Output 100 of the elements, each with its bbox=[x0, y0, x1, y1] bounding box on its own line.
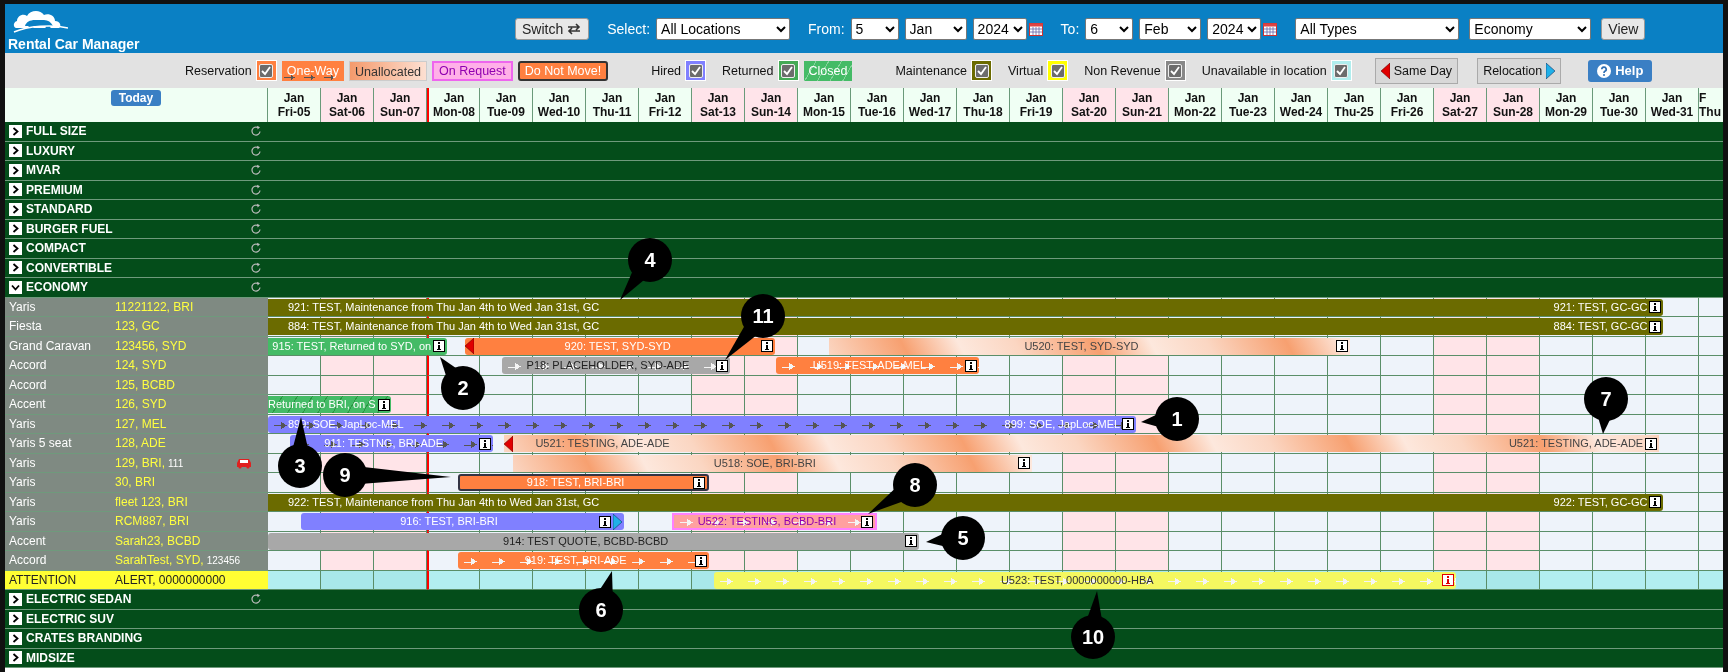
category-header[interactable]: MVAR bbox=[5, 161, 268, 181]
booking-label: 920: TEST, SYD-SYD bbox=[563, 338, 672, 354]
filter-checkbox[interactable] bbox=[1047, 60, 1069, 81]
year-select[interactable]: 2024 bbox=[972, 17, 1027, 40]
category-header[interactable]: LUXURY bbox=[5, 141, 268, 161]
month-select[interactable]: Feb bbox=[1139, 17, 1202, 40]
month-label: F bbox=[1699, 91, 1707, 105]
fleet-id: 123456, SYD bbox=[115, 338, 187, 353]
info-icon[interactable] bbox=[1122, 418, 1135, 430]
day-label: Sun-07 bbox=[380, 105, 420, 119]
day-select[interactable]: 6 bbox=[1085, 17, 1134, 40]
chevron-right-icon[interactable] bbox=[9, 124, 22, 138]
year-select[interactable]: 2024 bbox=[1207, 17, 1262, 40]
category-header[interactable]: ELECTRIC SEDAN bbox=[5, 590, 268, 610]
refresh-icon[interactable] bbox=[250, 281, 262, 294]
class-select[interactable]: Economy bbox=[1469, 17, 1592, 40]
category-name: LUXURY bbox=[26, 143, 76, 158]
refresh-icon[interactable] bbox=[250, 593, 262, 606]
category-header[interactable]: STANDARD bbox=[5, 200, 268, 220]
filter-checkbox[interactable] bbox=[685, 60, 707, 81]
day-label: Fri-12 bbox=[648, 105, 682, 119]
today-button[interactable]: Today bbox=[110, 90, 162, 106]
chevron-right-icon[interactable] bbox=[9, 651, 22, 665]
category-header[interactable]: PREMIUM bbox=[5, 180, 268, 200]
category-header[interactable]: CRATES BRANDING bbox=[5, 629, 268, 649]
relocation-button[interactable]: Relocation bbox=[1477, 57, 1562, 84]
category-header[interactable]: FULL SIZE bbox=[5, 122, 268, 142]
chevron-right-icon[interactable] bbox=[9, 202, 22, 216]
chevron-right-icon[interactable] bbox=[9, 631, 22, 645]
info-icon[interactable] bbox=[761, 340, 774, 352]
fleet-id: ALERT, 0000000000 bbox=[115, 572, 226, 587]
help-button[interactable]: Help bbox=[1588, 59, 1653, 82]
month-label: Jan bbox=[336, 91, 358, 105]
day-select[interactable]: 5 bbox=[850, 17, 899, 40]
filter-checkbox[interactable] bbox=[1164, 60, 1186, 81]
refresh-icon[interactable] bbox=[250, 144, 262, 157]
fleet-id: 124, SYD bbox=[115, 358, 167, 373]
day-label: Tue-09 bbox=[487, 105, 525, 119]
category-name: CRATES BRANDING bbox=[26, 631, 144, 646]
checkmark-icon bbox=[782, 64, 794, 77]
info-icon[interactable] bbox=[377, 398, 390, 411]
chevron-down-icon[interactable] bbox=[9, 280, 22, 294]
vehicle-model: Accord bbox=[9, 358, 48, 373]
info-icon[interactable] bbox=[715, 359, 728, 372]
refresh-icon[interactable] bbox=[250, 203, 262, 216]
refresh-icon[interactable] bbox=[250, 125, 262, 138]
category-header[interactable]: ELECTRIC SUV bbox=[5, 609, 268, 629]
refresh-icon[interactable] bbox=[250, 242, 262, 255]
vehicle-model: Yaris bbox=[9, 299, 37, 314]
chevron-right-icon[interactable] bbox=[9, 222, 22, 236]
info-icon[interactable] bbox=[1645, 437, 1658, 450]
info-icon[interactable] bbox=[693, 476, 706, 489]
chevron-right-icon[interactable] bbox=[9, 163, 22, 177]
location-select[interactable]: All Locations bbox=[656, 17, 791, 40]
refresh-icon[interactable] bbox=[250, 164, 262, 177]
info-icon[interactable] bbox=[479, 437, 492, 450]
calendar-icon[interactable] bbox=[1263, 21, 1278, 36]
right-triangle-icon bbox=[1546, 62, 1556, 79]
calendar-icon[interactable] bbox=[1028, 21, 1043, 36]
filter-checkbox[interactable] bbox=[1330, 60, 1352, 81]
category-name: ECONOMY bbox=[26, 280, 89, 295]
category-name: FULL SIZE bbox=[26, 124, 88, 139]
info-icon[interactable] bbox=[1649, 301, 1662, 313]
category-header[interactable]: ECONOMY bbox=[5, 278, 268, 298]
fleet-id: 128, ADE bbox=[115, 436, 166, 451]
day-label: Tue-16 bbox=[858, 105, 896, 119]
chevron-right-icon[interactable] bbox=[9, 241, 22, 255]
refresh-icon[interactable] bbox=[250, 261, 262, 274]
month-label: Jan bbox=[1025, 91, 1047, 105]
filter-checkbox[interactable] bbox=[971, 60, 992, 81]
info-icon[interactable] bbox=[861, 515, 874, 528]
chevron-right-icon[interactable] bbox=[9, 261, 22, 275]
refresh-icon[interactable] bbox=[250, 222, 262, 235]
day-label: Thu-25 bbox=[1334, 105, 1374, 119]
refresh-icon[interactable] bbox=[250, 183, 262, 196]
info-icon[interactable] bbox=[433, 340, 446, 352]
category-header[interactable]: COMPACT bbox=[5, 239, 268, 259]
switch-button[interactable]: Switch bbox=[515, 17, 590, 40]
chevron-right-icon[interactable] bbox=[9, 183, 22, 197]
view-button[interactable]: View bbox=[1601, 17, 1646, 40]
category-header[interactable]: CONVERTIBLE bbox=[5, 258, 268, 278]
info-icon[interactable] bbox=[598, 515, 611, 528]
category-header[interactable]: BURGER FUEL bbox=[5, 219, 268, 239]
same-day-button[interactable]: Same Day bbox=[1374, 57, 1459, 84]
info-icon[interactable] bbox=[1336, 340, 1349, 352]
vehicle-model: Yaris bbox=[9, 416, 37, 431]
info-icon[interactable] bbox=[1649, 496, 1662, 508]
day-label: Sun-28 bbox=[1493, 105, 1533, 119]
category-header[interactable]: MIDSIZE bbox=[5, 648, 268, 668]
chevron-right-icon[interactable] bbox=[9, 612, 22, 626]
type-select[interactable]: All Types bbox=[1295, 17, 1460, 40]
info-icon[interactable] bbox=[905, 535, 918, 547]
month-select[interactable]: Jan bbox=[904, 17, 967, 40]
chevron-right-icon[interactable] bbox=[9, 592, 22, 606]
filter-checkbox[interactable] bbox=[777, 60, 799, 81]
info-icon[interactable] bbox=[1018, 457, 1031, 469]
info-icon[interactable] bbox=[1649, 320, 1662, 333]
chevron-right-icon[interactable] bbox=[9, 144, 22, 158]
filter-checkbox[interactable] bbox=[255, 60, 277, 81]
month-label: Jan bbox=[760, 91, 782, 105]
